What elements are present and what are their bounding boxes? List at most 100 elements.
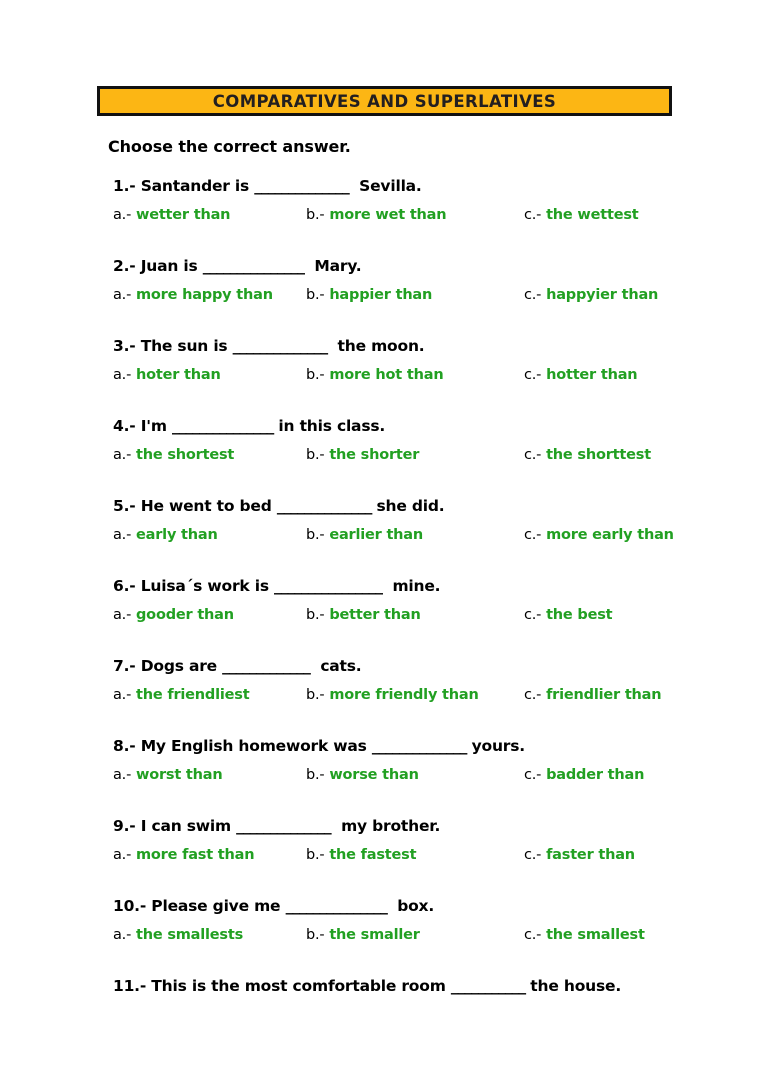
option-marker: a.- [113, 687, 132, 703]
option-label: the fastest [329, 847, 417, 863]
question-block: 5.- He went to bed ______________ she di… [8, 492, 760, 572]
option-a[interactable]: a.- gooder than [113, 600, 234, 630]
option-marker: a.- [113, 287, 132, 303]
option-a[interactable]: a.- the shortest [113, 440, 234, 470]
option-label: the shorter [329, 447, 420, 463]
question-block: 11.- This is the most comfortable room _… [8, 972, 760, 1000]
option-marker: b.- [306, 927, 325, 943]
answer-blank[interactable]: ______________ [277, 497, 372, 515]
question-text-after-blank: she did. [371, 497, 445, 515]
option-label: wetter than [136, 207, 231, 223]
option-a[interactable]: a.- worst than [113, 760, 223, 790]
question-text-after-blank: cats. [309, 657, 362, 675]
question-number: 8.- [113, 737, 136, 755]
option-b[interactable]: b.- happier than [306, 280, 432, 310]
option-a[interactable]: a.- early than [113, 520, 218, 550]
option-b[interactable]: b.- more hot than [306, 360, 444, 390]
option-label: faster than [546, 847, 635, 863]
option-a[interactable]: a.- hoter than [113, 360, 221, 390]
option-label: the smaller [329, 927, 420, 943]
option-label: more happy than [136, 287, 273, 303]
answer-blank[interactable]: ______________ [372, 737, 467, 755]
answer-blank[interactable]: _______________ [286, 897, 388, 915]
question-text-before-blank: My English homework was [135, 737, 372, 755]
option-b[interactable]: b.- the fastest [306, 840, 417, 870]
option-marker: c.- [524, 767, 542, 783]
option-b[interactable]: b.- earlier than [306, 520, 423, 550]
answer-blank[interactable]: ________________ [274, 577, 383, 595]
option-label: hoter than [136, 367, 221, 383]
question-block: 9.- I can swim ______________ my brother… [8, 812, 760, 892]
option-b[interactable]: b.- worse than [306, 760, 419, 790]
question-prompt: 3.- The sun is ______________ the moon. [8, 332, 760, 360]
question-prompt: 1.- Santander is ______________ Sevilla. [8, 172, 760, 200]
option-b[interactable]: b.- more friendly than [306, 680, 479, 710]
option-marker: b.- [306, 607, 325, 623]
options-row: a.- more fast than b.- the fastest c.- fas… [8, 840, 760, 870]
option-marker: b.- [306, 447, 325, 463]
option-label: badder than [546, 767, 645, 783]
option-c[interactable]: c.- more early than [524, 520, 674, 550]
answer-blank[interactable]: ______________ [236, 817, 331, 835]
option-label: the smallests [136, 927, 244, 943]
question-text-after-blank: yours. [466, 737, 526, 755]
option-label: the friendliest [136, 687, 250, 703]
question-text-after-blank: box. [386, 897, 435, 915]
question-text-after-blank: Sevilla. [348, 177, 422, 195]
option-label: more wet than [329, 207, 447, 223]
option-c[interactable]: c.- friendlier than [524, 680, 662, 710]
question-block: 8.- My English homework was ____________… [8, 732, 760, 812]
answer-blank[interactable]: _____________ [222, 657, 311, 675]
option-c[interactable]: c.- the best [524, 600, 613, 630]
question-text-before-blank: The sun is [135, 337, 233, 355]
option-marker: b.- [306, 287, 325, 303]
question-text-before-blank: Please give me [146, 897, 286, 915]
instruction-text: Choose the correct answer. [108, 137, 351, 156]
question-number: 3.- [113, 337, 136, 355]
answer-blank[interactable]: ___________ [451, 977, 526, 995]
question-prompt: 7.- Dogs are _____________ cats. [8, 652, 760, 680]
option-c[interactable]: c.- the shorttest [524, 440, 651, 470]
option-c[interactable]: c.- happyier than [524, 280, 658, 310]
option-a[interactable]: a.- the smallests [113, 920, 243, 950]
questions-list: 1.- Santander is ______________ Sevilla.… [8, 172, 760, 1000]
answer-blank[interactable]: _______________ [172, 417, 274, 435]
option-a[interactable]: a.- wetter than [113, 200, 230, 230]
option-label: more early than [546, 527, 674, 543]
option-label: worse than [329, 767, 419, 783]
question-text-before-blank: He went to bed [135, 497, 277, 515]
option-b[interactable]: b.- more wet than [306, 200, 447, 230]
option-c[interactable]: c.- badder than [524, 760, 644, 790]
question-number: 4.- [113, 417, 136, 435]
option-a[interactable]: a.- more happy than [113, 280, 273, 310]
option-a[interactable]: a.- the friendliest [113, 680, 250, 710]
question-number: 11.- [113, 977, 147, 995]
option-b[interactable]: b.- the shorter [306, 440, 419, 470]
option-label: the shortest [136, 447, 235, 463]
option-c[interactable]: c.- the wettest [524, 200, 639, 230]
option-b[interactable]: b.- the smaller [306, 920, 420, 950]
question-prompt: 8.- My English homework was ____________… [8, 732, 760, 760]
option-label: happier than [329, 287, 433, 303]
option-c[interactable]: c.- faster than [524, 840, 635, 870]
question-block: 7.- Dogs are _____________ cats. a.- the … [8, 652, 760, 732]
answer-blank[interactable]: ______________ [233, 337, 328, 355]
answer-blank[interactable]: _______________ [203, 257, 305, 275]
question-text-before-blank: Dogs are [135, 657, 223, 675]
option-marker: b.- [306, 687, 325, 703]
option-label: more hot than [329, 367, 444, 383]
option-label: the best [546, 607, 613, 623]
options-row: a.- more happy than b.- happier than c.- h… [8, 280, 760, 310]
answer-blank[interactable]: ______________ [254, 177, 349, 195]
option-c[interactable]: c.- hotter than [524, 360, 638, 390]
option-a[interactable]: a.- more fast than [113, 840, 255, 870]
option-marker: a.- [113, 447, 132, 463]
option-marker: c.- [524, 687, 542, 703]
question-block: 1.- Santander is ______________ Sevilla.… [8, 172, 760, 252]
option-label: gooder than [136, 607, 234, 623]
option-marker: c.- [524, 607, 542, 623]
option-label: the wettest [546, 207, 639, 223]
question-block: 2.- Juan is _______________ Mary. a.- mor… [8, 252, 760, 332]
option-b[interactable]: b.- better than [306, 600, 421, 630]
option-c[interactable]: c.- the smallest [524, 920, 645, 950]
